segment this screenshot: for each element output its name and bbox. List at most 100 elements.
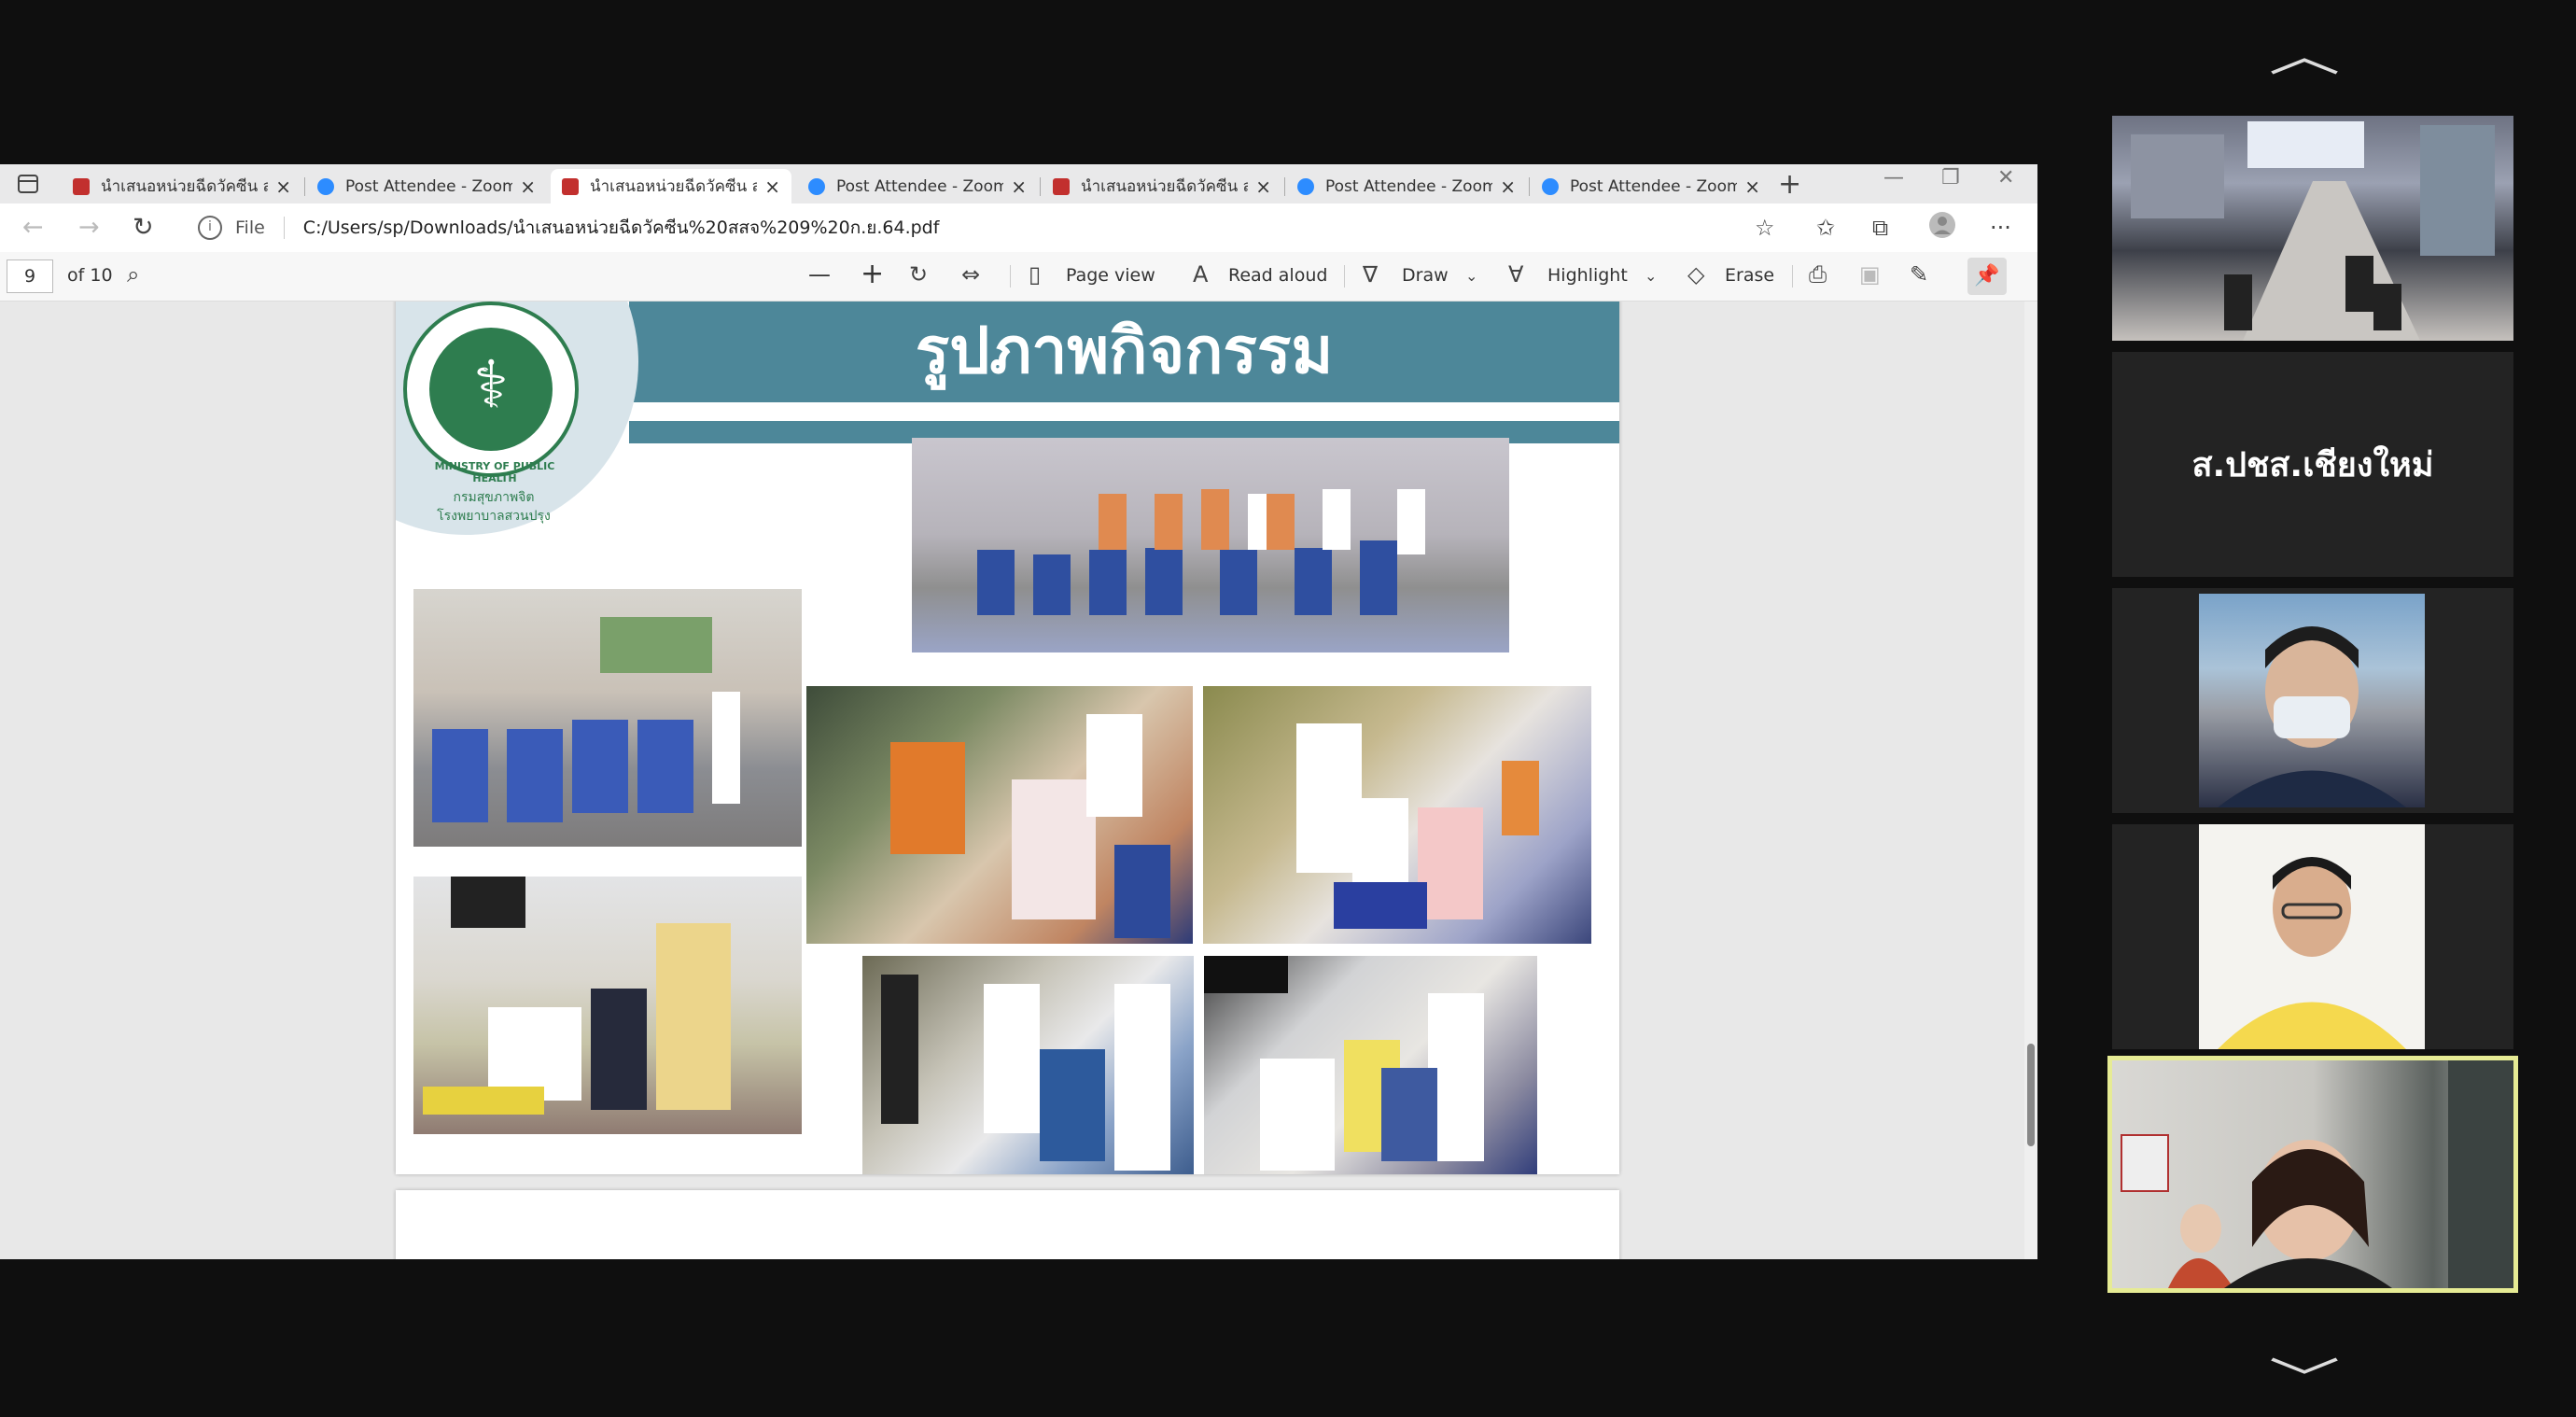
pdf-next-page bbox=[396, 1190, 1619, 1259]
scroll-down-arrow[interactable]: ﹀ bbox=[2269, 1342, 2341, 1408]
photo-vaccination-3 bbox=[413, 877, 802, 1134]
photo-vaccination-1 bbox=[806, 686, 1193, 944]
tab-label: นำเสนอหน่วยฉีดวัคซีน สสจ bbox=[590, 177, 758, 196]
close-icon[interactable]: × bbox=[1255, 175, 1271, 198]
photo-group-portrait bbox=[912, 438, 1509, 652]
eraser-icon: ◇ bbox=[1687, 261, 1705, 288]
close-icon[interactable]: × bbox=[1011, 175, 1027, 198]
pdf-viewer: รูปภาพกิจกรรม ⚕ MINISTRY OF PUBLIC HEALT… bbox=[0, 302, 2037, 1259]
profile-avatar[interactable] bbox=[1928, 211, 1956, 245]
slide-title: รูปภาพกิจกรรม bbox=[915, 315, 1334, 388]
save-icon[interactable]: ▣ bbox=[1859, 261, 1881, 288]
tab-zoom-4[interactable]: Post Attendee - Zoom × bbox=[1531, 169, 1771, 203]
participant-tile-yellow[interactable] bbox=[2112, 824, 2513, 1049]
participant-tile-masked[interactable] bbox=[2112, 588, 2513, 813]
pin-toolbar-icon[interactable]: 📌 bbox=[1967, 258, 2007, 295]
participant-video bbox=[2199, 824, 2425, 1049]
draw-icon: ∇ bbox=[1363, 261, 1379, 288]
pdf-toolbar: 9 of 10 ⌕ — + ↻ ⇔ ▯ Page view A Read alo… bbox=[0, 252, 2037, 302]
tab-zoom-3[interactable]: Post Attendee - Zoom × bbox=[1286, 169, 1527, 203]
photo-waiting-area bbox=[413, 589, 802, 847]
add-favorite-icon[interactable]: ☆ bbox=[1755, 215, 1775, 241]
pdf-icon bbox=[1053, 177, 1070, 195]
url-field[interactable]: i File C:/Users/sp/Downloads/นำเสนอหน่วย… bbox=[187, 211, 1792, 245]
save-as-icon[interactable]: ✎ bbox=[1910, 261, 1928, 288]
pdf-icon bbox=[562, 177, 579, 195]
info-icon[interactable]: i bbox=[198, 216, 222, 240]
highlight-icon: ∀ bbox=[1508, 261, 1524, 288]
photo-vaccination-2 bbox=[1203, 686, 1591, 944]
tab-label: Post Attendee - Zoom bbox=[345, 176, 513, 196]
zoom-icon bbox=[1542, 177, 1559, 195]
zoom-icon bbox=[808, 177, 825, 195]
erase-button[interactable]: Erase bbox=[1725, 265, 1774, 286]
search-icon[interactable]: ⌕ bbox=[127, 261, 139, 288]
chevron-down-icon[interactable]: ⌄ bbox=[1465, 267, 1477, 285]
department-label: กรมสุขภาพจิต โรงพยาบาลสวนปรุง bbox=[437, 490, 551, 524]
new-tab-button[interactable]: + bbox=[1778, 168, 1801, 201]
pdf-page: รูปภาพกิจกรรม ⚕ MINISTRY OF PUBLIC HEALT… bbox=[396, 302, 1619, 1174]
address-bar: ← → ↻ i File C:/Users/sp/Downloads/นำเสน… bbox=[0, 203, 2037, 253]
tab-label: Post Attendee - Zoom bbox=[1325, 176, 1493, 196]
page-number-input[interactable]: 9 bbox=[7, 260, 53, 293]
tab-label: นำเสนอหน่วยฉีดวัคซีน สสจ bbox=[101, 177, 269, 196]
print-icon[interactable]: ⎙ bbox=[1809, 261, 1827, 288]
logo-text: MINISTRY OF PUBLIC HEALTH bbox=[434, 460, 555, 484]
rotate-icon[interactable]: ↻ bbox=[909, 261, 928, 288]
participant-video bbox=[2199, 594, 2425, 807]
chevron-down-icon[interactable]: ⌄ bbox=[1645, 267, 1657, 285]
pdf-icon bbox=[73, 177, 90, 195]
highlight-button[interactable]: Highlight bbox=[1547, 265, 1628, 286]
ministry-logo: ⚕ MINISTRY OF PUBLIC HEALTH bbox=[403, 302, 579, 484]
close-icon[interactable]: × bbox=[520, 175, 536, 198]
participant-tile-room[interactable] bbox=[2112, 116, 2513, 341]
participant-video bbox=[2112, 1060, 2513, 1288]
zoom-icon bbox=[1297, 177, 1314, 195]
zoom-icon bbox=[317, 177, 334, 195]
tab-zoom-2[interactable]: Post Attendee - Zoom × bbox=[797, 169, 1038, 203]
zoom-out-button[interactable]: — bbox=[808, 261, 831, 288]
fit-page-icon[interactable]: ⇔ bbox=[961, 261, 980, 288]
close-icon[interactable]: × bbox=[1500, 175, 1516, 198]
tab-pdf-3[interactable]: นำเสนอหน่วยฉีดวัคซีน สสจ × bbox=[1042, 169, 1282, 203]
page-view-button[interactable]: Page view bbox=[1066, 265, 1155, 286]
scrollbar-thumb[interactable] bbox=[2027, 1044, 2035, 1146]
close-icon[interactable]: × bbox=[1744, 175, 1760, 198]
close-icon[interactable]: × bbox=[275, 175, 291, 198]
participant-tile-named[interactable]: ส.ปชส.เชียงใหม่ bbox=[2112, 352, 2513, 577]
minimize-button[interactable]: — bbox=[1883, 166, 1904, 189]
tab-label: นำเสนอหน่วยฉีดวัคซีน สสจ bbox=[1081, 177, 1249, 196]
scroll-up-arrow[interactable]: ︿ bbox=[2269, 19, 2341, 84]
tab-label: Post Attendee - Zoom bbox=[836, 176, 1004, 196]
page-total: of 10 bbox=[67, 265, 113, 286]
read-aloud-button[interactable]: Read aloud bbox=[1228, 265, 1327, 286]
restore-button[interactable]: ❐ bbox=[1941, 166, 1960, 189]
read-aloud-icon: A bbox=[1193, 261, 1209, 288]
favorites-icon[interactable]: ✩ bbox=[1816, 215, 1835, 241]
page-view-icon: ▯ bbox=[1029, 261, 1042, 288]
draw-button[interactable]: Draw bbox=[1402, 265, 1449, 286]
tab-pdf-active[interactable]: นำเสนอหน่วยฉีดวัคซีน สสจ × bbox=[551, 169, 791, 203]
url-text[interactable]: C:/Users/sp/Downloads/นำเสนอหน่วยฉีดวัคซ… bbox=[303, 214, 940, 242]
tab-zoom-1[interactable]: Post Attendee - Zoom × bbox=[306, 169, 547, 203]
file-label: File bbox=[235, 217, 265, 238]
zoom-in-button[interactable]: + bbox=[861, 258, 884, 290]
participant-name: ส.ปชส.เชียงใหม่ bbox=[2191, 446, 2434, 484]
tab-pdf-1[interactable]: นำเสนอหน่วยฉีดวัคซีน สสจ × bbox=[62, 169, 302, 203]
close-icon[interactable]: × bbox=[764, 175, 780, 198]
collections-icon[interactable]: ⧉ bbox=[1872, 215, 1888, 241]
tab-label: Post Attendee - Zoom bbox=[1570, 176, 1738, 196]
tab-actions-icon[interactable] bbox=[17, 174, 41, 194]
window-close-button[interactable]: ✕ bbox=[1997, 166, 2014, 189]
photo-vaccination-5 bbox=[1204, 956, 1537, 1174]
tab-bar: นำเสนอหน่วยฉีดวัคซีน สสจ × Post Attendee… bbox=[0, 164, 2037, 203]
more-menu-icon[interactable]: ··· bbox=[1990, 215, 2011, 241]
browser-window: นำเสนอหน่วยฉีดวัคซีน สสจ × Post Attendee… bbox=[0, 164, 2037, 1259]
forward-button[interactable]: → bbox=[78, 213, 100, 242]
participant-video bbox=[2112, 116, 2513, 341]
participant-tile-speaker[interactable] bbox=[2107, 1056, 2518, 1293]
back-button[interactable]: ← bbox=[22, 213, 44, 242]
reload-button[interactable]: ↻ bbox=[133, 213, 154, 242]
vertical-scrollbar[interactable] bbox=[2024, 302, 2037, 1259]
photo-vaccination-4 bbox=[862, 956, 1194, 1174]
